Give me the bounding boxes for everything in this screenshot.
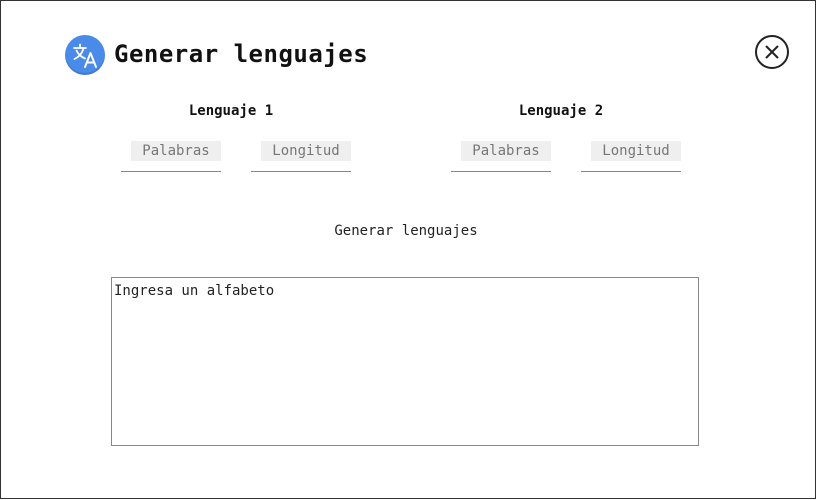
language-2-length-input[interactable] [591,141,681,161]
language-1-length-input[interactable] [261,141,351,161]
translate-icon [65,35,105,75]
page-title: Generar lenguajes [114,40,369,68]
input-underline [581,171,681,172]
alphabet-input[interactable] [111,277,699,446]
close-icon [765,45,779,59]
language-2-words-field [451,141,551,172]
input-underline [251,171,351,172]
language-1-words-field [121,141,221,172]
app-window: Generar lenguajes Lenguaje 1 Lenguaje 2 … [0,0,816,499]
generate-languages-button[interactable]: Generar lenguajes [306,221,506,241]
language-2-length-field [581,141,681,172]
language-1-heading: Lenguaje 1 [188,103,274,119]
language-1-length-field [251,141,351,172]
input-underline [451,171,551,172]
language-1-words-input[interactable] [131,141,221,161]
language-2-words-input[interactable] [461,141,551,161]
close-button[interactable] [755,35,789,69]
input-underline [121,171,221,172]
language-2-heading: Lenguaje 2 [518,103,604,119]
